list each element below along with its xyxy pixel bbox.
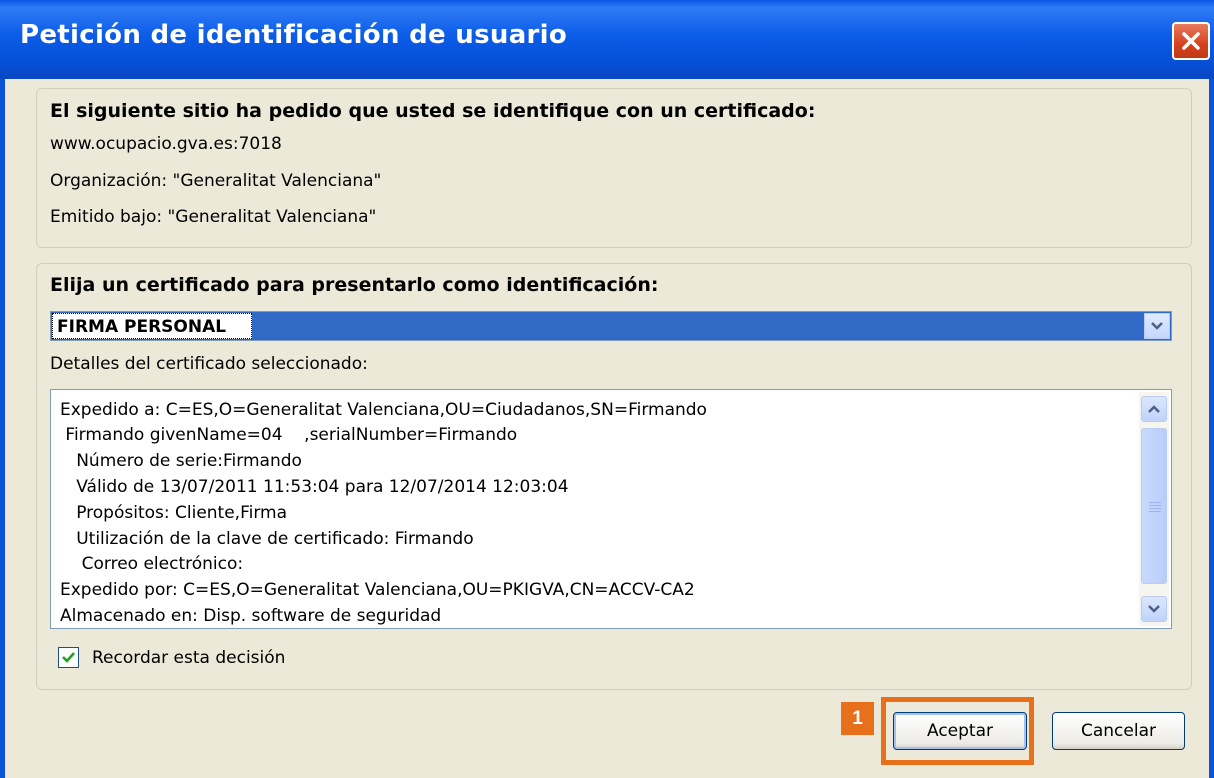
chevron-down-icon xyxy=(1151,322,1163,330)
details-line: Expedido por: C=ES,O=Generalitat Valenci… xyxy=(60,580,695,600)
window-title: Petición de identificación de usuario xyxy=(20,20,568,50)
thumb-grip-line xyxy=(1149,511,1161,512)
certificate-details-box[interactable]: Expedido a: C=ES,O=Generalitat Valencian… xyxy=(50,389,1172,629)
scroll-thumb[interactable] xyxy=(1141,428,1167,584)
details-line: Firmando givenName=04 ,serialNumber=Firm… xyxy=(60,425,518,445)
details-line: Expedido a: C=ES,O=Generalitat Valencian… xyxy=(60,400,707,420)
thumb-grip-line xyxy=(1149,502,1161,503)
window-frame-right xyxy=(1209,79,1214,778)
scroll-down-button[interactable] xyxy=(1141,596,1167,622)
remember-label[interactable]: Recordar esta decisión xyxy=(92,648,285,668)
site-info-heading: El siguiente sitio ha pedido que usted s… xyxy=(50,100,816,122)
site-organization: Organización: "Generalitat Valenciana" xyxy=(50,171,382,191)
chevron-up-icon xyxy=(1148,405,1160,413)
details-line: Correo electrónico: xyxy=(60,554,244,574)
cancel-button[interactable]: Cancelar xyxy=(1052,712,1185,750)
certificate-select-value: FIRMA PERSONAL xyxy=(52,313,252,339)
thumb-grip-line xyxy=(1149,505,1161,506)
remember-checkbox[interactable] xyxy=(58,647,79,668)
details-line: Número de serie:Firmando xyxy=(60,451,302,471)
details-line: Propósitos: Cliente,Firma xyxy=(60,503,288,523)
scroll-up-button[interactable] xyxy=(1141,396,1167,422)
step-badge: 1 xyxy=(841,702,874,735)
thumb-grip-line xyxy=(1149,508,1161,509)
close-icon xyxy=(1182,32,1200,50)
details-line: Utilización de la clave de certificado: … xyxy=(60,529,474,549)
certificate-select[interactable]: FIRMA PERSONAL xyxy=(50,311,1172,341)
title-bar[interactable]: Petición de identificación de usuario xyxy=(0,0,1214,79)
window-frame-left xyxy=(0,79,5,778)
certificate-heading: Elija un certificado para presentarlo co… xyxy=(50,274,659,296)
details-line: Almacenado en: Disp. software de segurid… xyxy=(60,606,442,626)
close-button[interactable] xyxy=(1172,22,1210,60)
accept-button[interactable]: Aceptar xyxy=(893,712,1027,750)
details-label: Detalles del certificado seleccionado: xyxy=(50,354,368,374)
checkmark-icon xyxy=(62,652,75,663)
chevron-down-icon xyxy=(1148,605,1160,613)
select-dropdown-button[interactable] xyxy=(1144,313,1170,339)
details-scrollbar[interactable] xyxy=(1139,392,1169,626)
site-issued-under: Emitido bajo: "Generalitat Valenciana" xyxy=(50,207,377,227)
site-host: www.ocupacio.gva.es:7018 xyxy=(50,134,282,154)
details-line: Válido de 13/07/2011 11:53:04 para 12/07… xyxy=(60,477,569,497)
dialog-window: Petición de identificación de usuario El… xyxy=(0,0,1214,778)
